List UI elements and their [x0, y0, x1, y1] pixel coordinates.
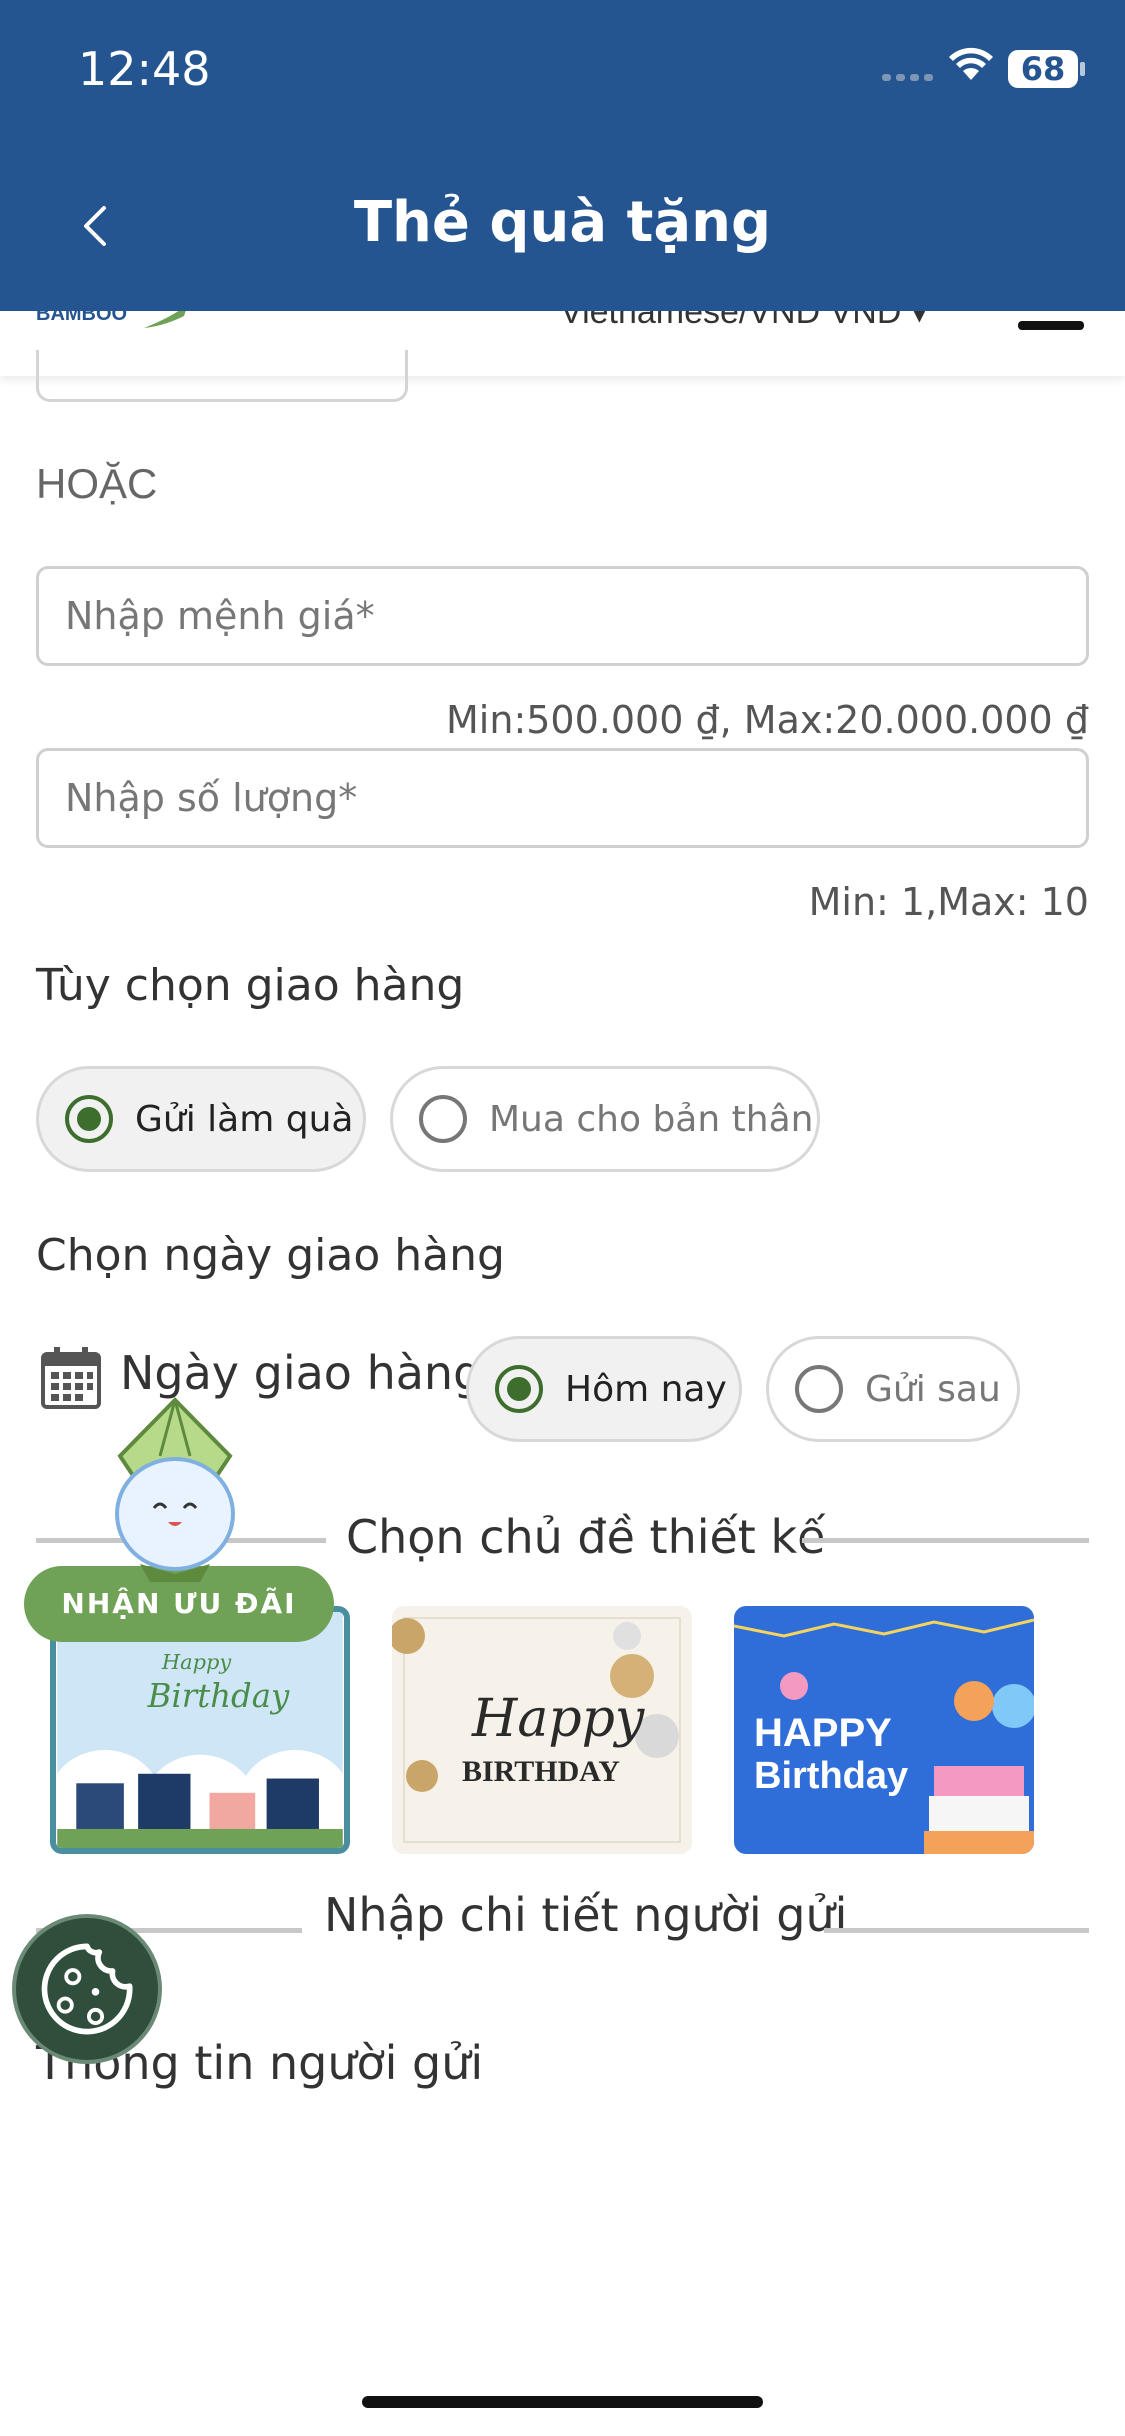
option-label: Gửi làm quà [135, 1098, 354, 1140]
delivery-options-label: Tùy chọn giao hàng [36, 960, 465, 1011]
cookie-icon [41, 1943, 133, 2035]
amount-input[interactable]: Nhập mệnh giá* [36, 566, 1089, 666]
sender-section-label: Nhập chi tiết người gửi [324, 1888, 848, 1942]
svg-text:BIRTHDAY: BIRTHDAY [462, 1755, 620, 1788]
quantity-input[interactable]: Nhập số lượng* [36, 748, 1089, 848]
page-title: Thẻ quà tặng [353, 190, 772, 255]
delivery-date-field-label: Ngày giao hàng [120, 1346, 483, 1400]
option-today[interactable]: Hôm nay [466, 1336, 742, 1442]
status-time: 12:48 [78, 42, 211, 96]
option-buy-for-self[interactable]: Mua cho bản thân [390, 1066, 820, 1172]
sender-section-header: Nhập chi tiết người gửi [36, 1888, 1089, 1948]
svg-text:Happy: Happy [471, 1689, 645, 1749]
radio-selected-icon [495, 1365, 543, 1413]
theme-card-gifts[interactable]: Happy Birthday [50, 1606, 350, 1854]
radio-unselected-icon [795, 1365, 843, 1413]
birthday-balloons-image: Happy BIRTHDAY [392, 1606, 692, 1854]
app-header: 12:48 68 Thẻ quà tặng [0, 0, 1125, 311]
battery-level: 68 [1020, 50, 1066, 88]
svg-text:HAPPY: HAPPY [754, 1711, 892, 1755]
cookie-settings-button[interactable] [12, 1914, 162, 2064]
amount-hint: Min:500.000 ₫, Max:20.000.000 ₫ [446, 698, 1089, 742]
svg-text:Birthday: Birthday [147, 1677, 290, 1715]
svg-text:Birthday: Birthday [754, 1755, 908, 1797]
birthday-gifts-image: Happy Birthday [56, 1612, 344, 1848]
theme-card-balloons[interactable]: Happy BIRTHDAY [392, 1606, 692, 1854]
delivery-date-label: Chọn ngày giao hàng [36, 1230, 505, 1281]
svg-text:Happy: Happy [161, 1650, 233, 1674]
radio-selected-icon [65, 1095, 113, 1143]
option-send-as-gift[interactable]: Gửi làm quà [36, 1066, 366, 1172]
previous-option-box[interactable] [36, 350, 408, 402]
birthday-cake-image: HAPPY Birthday [734, 1606, 1034, 1854]
design-section-label: Chọn chủ đề thiết kế [346, 1510, 826, 1564]
mascot-icon[interactable] [100, 1396, 250, 1586]
radio-unselected-icon [419, 1095, 467, 1143]
quantity-hint: Min: 1,Max: 10 [808, 880, 1089, 924]
battery-icon: 68 [1008, 50, 1085, 88]
calendar-icon [41, 1347, 101, 1409]
home-indicator[interactable] [362, 2396, 763, 2408]
option-label: Gửi sau [865, 1368, 1001, 1410]
wifi-icon [949, 47, 993, 80]
theme-card-cake[interactable]: HAPPY Birthday [734, 1606, 1034, 1854]
or-label: HOẶC [36, 460, 158, 507]
signal-icon [882, 74, 934, 82]
option-label: Hôm nay [565, 1368, 727, 1410]
option-send-later[interactable]: Gửi sau [766, 1336, 1020, 1442]
option-label: Mua cho bản thân [489, 1098, 814, 1140]
